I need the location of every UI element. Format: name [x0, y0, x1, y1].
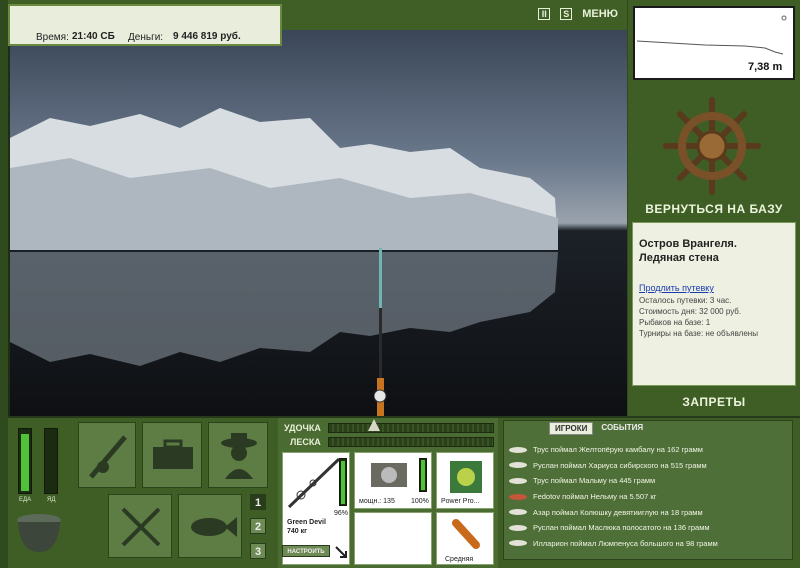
tension-marker-icon [368, 419, 380, 431]
log-entry: Трус поймал Мальму на 445 грамм [509, 473, 789, 489]
fish-icon [509, 446, 527, 453]
log-entry-text: Руслан поймал Хариуса сибирского на 515 … [533, 460, 707, 470]
location-spot: Ледяная стена [639, 252, 719, 264]
empty-slot[interactable] [354, 512, 432, 565]
location-panel: Остров Врангеля. Ледяная стена Продлить … [632, 222, 796, 386]
food-label: ЕДА [19, 497, 32, 503]
fish-icon [191, 517, 237, 537]
tournaments: Турниры на базе: не объявлены [639, 329, 758, 338]
rod-percent: 96% [334, 510, 349, 517]
reel-icon [371, 463, 407, 487]
catch-log-list: Трус поймал Желтопёрую камбалу на 162 гр… [509, 442, 789, 551]
reel-percent: 100% [411, 498, 429, 505]
line-name: Power Pro... [441, 498, 480, 505]
arrow-icon[interactable] [334, 545, 348, 559]
return-to-base-button[interactable]: ВЕРНУТЬСЯ НА БАЗУ [628, 202, 800, 216]
fish-icon [509, 462, 527, 469]
fishing-scene[interactable] [8, 30, 627, 416]
time-label: Время: [36, 32, 69, 43]
line-spool-icon [450, 461, 482, 493]
log-entry: Азар поймал Колюшку девятииглую на 18 гр… [509, 504, 789, 520]
setup-button[interactable]: НАСТРОИТЬ [282, 545, 330, 557]
lure-icon [452, 519, 480, 549]
reel-power: мощн.: 135 [359, 498, 395, 505]
tab-events[interactable]: СОБЫТИЯ [596, 422, 648, 435]
log-entry-text: Fedotov поймал Нельму на 5.507 кг [533, 492, 657, 502]
day-cost: Стоимость дня: 32 000 руб. [639, 307, 742, 316]
character-tile[interactable] [208, 422, 268, 488]
depth-value: 7,38 m [748, 61, 783, 73]
log-entry-text: Руслан поймал Маслюка полосатого на 136 … [533, 523, 710, 533]
log-entry: Руслан поймал Хариуса сибирского на 515 … [509, 458, 789, 474]
log-entry-text: Трус поймал Желтопёрую камбалу на 162 гр… [533, 445, 703, 455]
rod-wear-meter [339, 458, 347, 506]
log-entry-text: Трус поймал Мальму на 445 грамм [533, 476, 656, 486]
fish-icon [509, 540, 527, 547]
catch-tile[interactable] [178, 494, 242, 558]
food-fill [21, 434, 29, 491]
rod-tension-bar [328, 423, 494, 433]
location-info: Осталось путевки: 3 час. Стоимость дня: … [639, 295, 789, 339]
ship-wheel-icon[interactable] [662, 96, 762, 196]
poison-label: ЯД [47, 497, 56, 503]
fish-icon [509, 524, 527, 531]
money-value: 9 446 819 руб. [173, 31, 241, 42]
rod-name: Green Devil [287, 519, 326, 526]
permit-remaining: Осталось путевки: 3 час. [639, 296, 732, 305]
top-controls: II S МЕНЮ [538, 8, 618, 20]
pause-icon[interactable]: II [538, 8, 551, 20]
log-entry-text: Азар поймал Колюшку девятииглую на 18 гр… [533, 507, 703, 517]
sound-icon[interactable]: S [560, 8, 573, 20]
log-entry-text: Илларион поймал Люмпенуса большого на 98… [533, 538, 718, 548]
log-entry: Трус поймал Желтопёрую камбалу на 162 гр… [509, 442, 789, 458]
fish-icon [509, 509, 527, 516]
rod-weight: 740 кг [287, 528, 308, 535]
tackle-box-icon [153, 439, 193, 469]
iceberg-wall [10, 108, 558, 250]
line-label: ЛЕСКА [290, 437, 321, 447]
rod-reel-icon [89, 435, 127, 479]
location-name: Остров Врангеля. [639, 238, 737, 250]
money-label: Деньги: [128, 32, 164, 43]
pot-icon[interactable] [14, 512, 64, 556]
cutlery-icon [121, 507, 161, 547]
extend-permit-link[interactable]: Продлить путевку [639, 283, 789, 293]
log-tabs: ИГРОКИ СОБЫТИЯ [549, 422, 648, 435]
location-title: Остров Врангеля. Ледяная стена [639, 237, 789, 265]
slot-1-button[interactable]: 1 [250, 494, 266, 510]
inventory-tile[interactable] [142, 422, 202, 488]
log-entry: Руслан поймал Маслюка полосатого на 136 … [509, 520, 789, 536]
time-value: 21:40 СБ [72, 31, 115, 42]
iceberg-reflection [10, 252, 558, 366]
fishing-rod[interactable] [374, 248, 388, 416]
line-tension-bar [328, 437, 494, 447]
tab-players[interactable]: ИГРОКИ [549, 422, 594, 435]
line-slot[interactable]: Power Pro... [436, 452, 494, 509]
slot-3-button[interactable]: 3 [250, 543, 266, 559]
food-tile[interactable] [108, 494, 172, 558]
food-meter [18, 428, 32, 494]
fish-icon [509, 477, 527, 484]
bans-button[interactable]: ЗАПРЕТЫ [628, 395, 800, 409]
log-entry: Илларион поймал Люмпенуса большого на 98… [509, 536, 789, 552]
slot-2-button[interactable]: 2 [250, 518, 266, 534]
bait-name: Средняя [445, 556, 474, 563]
rod-label: УДОЧКА [284, 423, 321, 433]
bait-slot[interactable]: Средняя [436, 512, 494, 565]
fishers-at-base: Рыбаков на базе: 1 [639, 318, 711, 327]
log-entry: Fedotov поймал Нельму на 5.507 кг [509, 489, 789, 505]
status-info-box: Время: 21:40 СБ Деньги: 9 446 819 руб. [8, 4, 282, 46]
fish-icon [509, 493, 527, 500]
menu-button[interactable]: МЕНЮ [582, 8, 618, 20]
poison-meter [44, 428, 58, 494]
tackle-tile[interactable] [78, 422, 136, 488]
reel-wear-meter [419, 458, 427, 492]
fisherman-icon [221, 433, 257, 479]
